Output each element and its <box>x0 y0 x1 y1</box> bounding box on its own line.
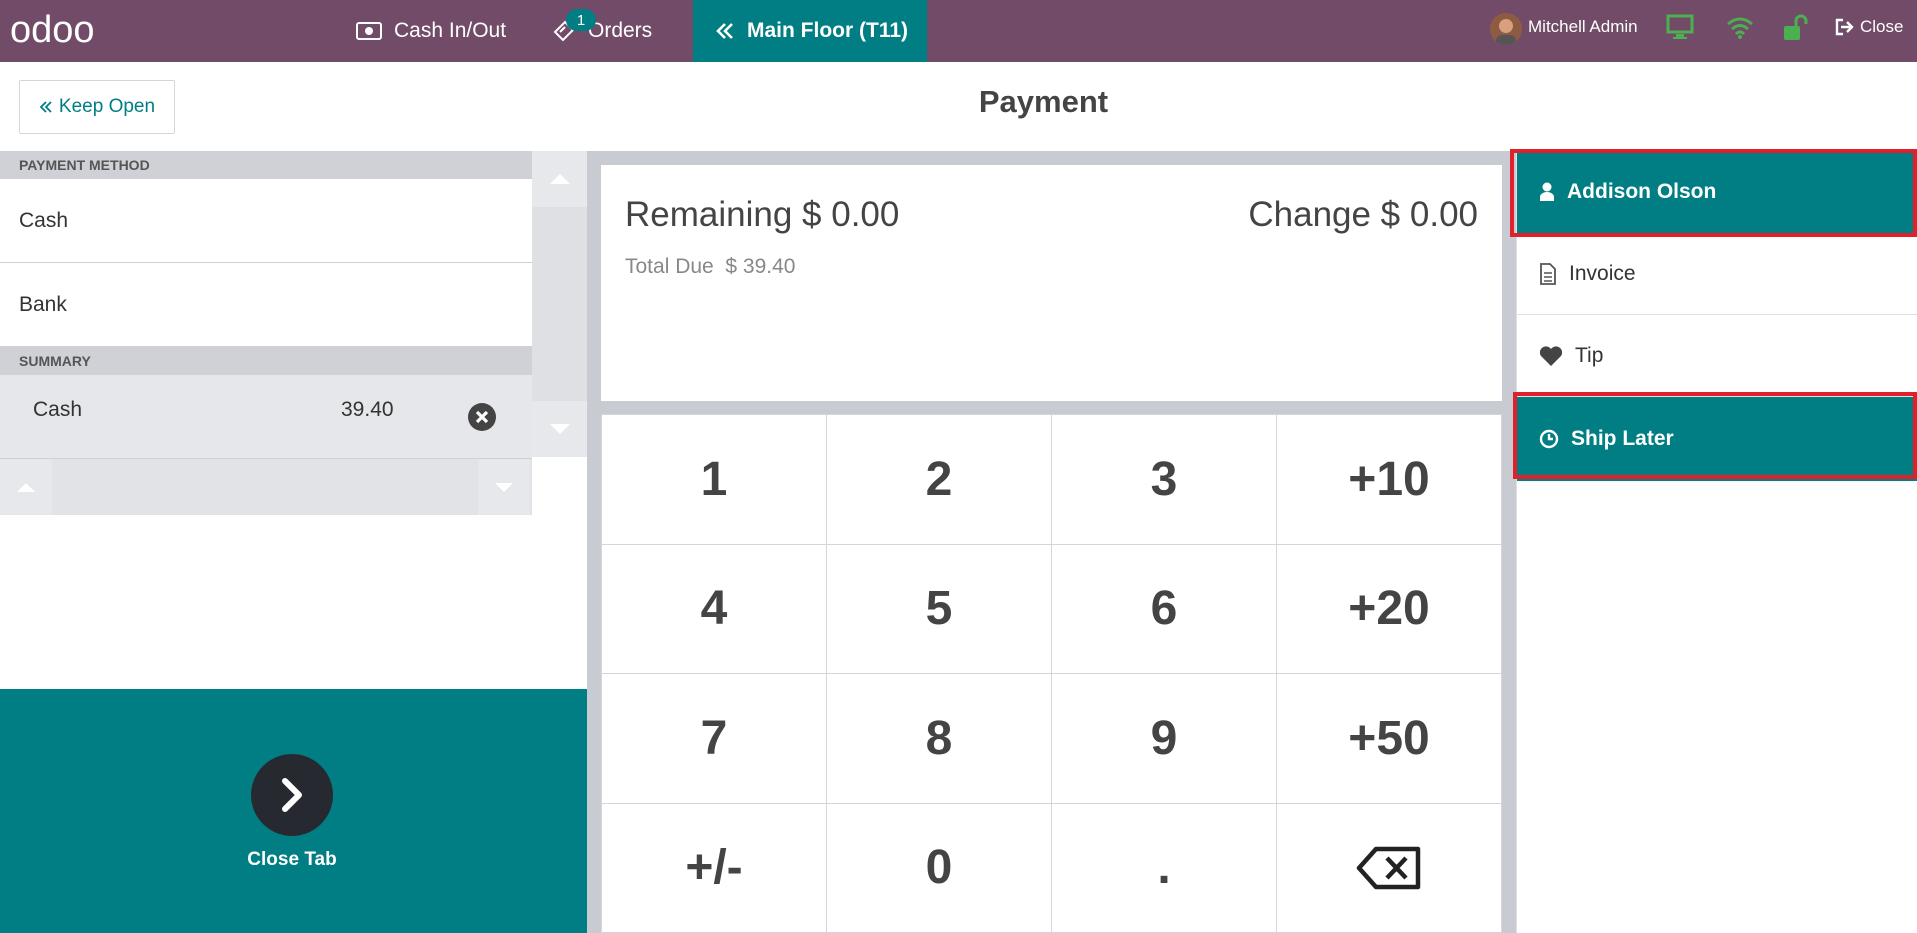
numpad-key-plus-50[interactable]: +50 <box>1277 674 1501 803</box>
numpad-key-3[interactable]: 3 <box>1052 415 1276 544</box>
tip-button[interactable]: Tip <box>1517 315 1917 397</box>
summary-header: SUMMARY <box>0 347 532 375</box>
scroll-down-button[interactable] <box>532 401 587 457</box>
total-due-label: Total Due <box>625 255 714 278</box>
payment-line[interactable]: Cash 39.40 <box>0 375 532 459</box>
caret-down-icon <box>549 424 570 434</box>
summary-scroll-down-button[interactable] <box>478 459 530 515</box>
summary-scroll-up-button[interactable] <box>0 459 52 515</box>
odoo-logo: odoo <box>10 12 95 50</box>
numpad-key-8[interactable]: 8 <box>827 674 1051 803</box>
close-label: Close <box>1860 17 1904 36</box>
numpad-key-backspace[interactable] <box>1277 803 1501 932</box>
close-session-button[interactable]: Close <box>1835 17 1903 37</box>
monitor-icon[interactable] <box>1666 14 1694 40</box>
svg-text:odoo: odoo <box>10 12 95 50</box>
customer-highlight <box>1510 149 1917 237</box>
payment-method-header: PAYMENT METHOD <box>0 151 532 179</box>
payment-line-amount[interactable]: 39.40 <box>341 398 394 422</box>
payment-status-box: Remaining $ 0.00 Change $ 0.00 Total Due… <box>601 165 1502 401</box>
floor-table-button[interactable]: Main Floor (T11) <box>693 0 927 62</box>
numpad-key-5[interactable]: 5 <box>827 544 1051 673</box>
chevron-right-icon <box>282 778 302 812</box>
invoice-button[interactable]: Invoice <box>1517 233 1917 315</box>
payment-line-method: Cash <box>33 398 83 421</box>
keep-open-button[interactable]: Keep Open <box>19 80 175 134</box>
orders-count-badge: 1 <box>566 9 596 31</box>
double-chevron-left-icon <box>716 23 733 39</box>
total-due: Total Due $ 39.40 <box>625 255 795 279</box>
floor-label: Main Floor <box>747 19 854 42</box>
user-name[interactable]: Mitchell Admin <box>1528 17 1638 37</box>
numpad-key-9[interactable]: 9 <box>1052 674 1276 803</box>
numpad-key-plus-10[interactable]: +10 <box>1277 415 1501 544</box>
close-tab-area[interactable]: Close Tab <box>0 689 587 933</box>
payment-main-panel: Remaining $ 0.00 Change $ 0.00 Total Due… <box>587 151 1516 933</box>
cash-in-out-label: Cash In/Out <box>394 19 507 42</box>
close-tab-button[interactable] <box>251 754 333 836</box>
unlock-icon[interactable] <box>1782 14 1808 42</box>
numpad-key-2[interactable]: 2 <box>827 415 1051 544</box>
remaining-amount: Remaining $ 0.00 <box>625 195 900 234</box>
sign-out-icon <box>1835 18 1854 36</box>
numpad-key-plus-minus[interactable]: +/- <box>602 803 826 932</box>
numpad-key-1[interactable]: 1 <box>602 415 826 544</box>
close-tab-label: Close Tab <box>247 849 337 870</box>
caret-up-icon <box>549 174 570 184</box>
numpad-key-decimal[interactable]: . <box>1052 803 1276 932</box>
money-icon <box>356 22 382 40</box>
payment-method-cash[interactable]: Cash <box>0 179 532 263</box>
backspace-icon <box>1356 846 1421 889</box>
remove-payment-icon[interactable] <box>467 402 497 432</box>
page-title: Payment <box>978 84 1109 119</box>
numpad-key-0[interactable]: 0 <box>827 803 1051 932</box>
orders-label: Orders <box>588 19 653 42</box>
invoice-label: Invoice <box>1569 261 1636 285</box>
payment-actions-panel: Addison Olson Invoice Tip Ship Later <box>1516 151 1917 933</box>
summary-scrollbar[interactable] <box>0 459 532 515</box>
cash-in-out-button[interactable]: Cash In/Out <box>356 0 506 62</box>
orders-button[interactable]: Orders <box>552 0 652 62</box>
numpad-key-4[interactable]: 4 <box>602 544 826 673</box>
method-scrollbar[interactable] <box>532 151 587 457</box>
change-amount: Change $ 0.00 <box>1248 195 1478 234</box>
payment-method-bank[interactable]: Bank <box>0 263 532 347</box>
total-due-value: $ 39.40 <box>725 255 796 278</box>
wifi-icon[interactable] <box>1725 14 1755 40</box>
numpad-key-7[interactable]: 7 <box>602 674 826 803</box>
top-navbar: odoo Cash In/Out Orders 1 Main Floor (T1… <box>0 0 1917 62</box>
table-label: (T11) <box>859 19 909 42</box>
file-icon <box>1540 262 1556 285</box>
caret-down-icon <box>495 482 513 492</box>
scroll-up-button[interactable] <box>532 151 587 207</box>
tip-label: Tip <box>1575 343 1604 367</box>
numpad-key-6[interactable]: 6 <box>1052 544 1276 673</box>
user-avatar[interactable] <box>1490 13 1522 45</box>
heart-icon <box>1539 345 1563 366</box>
caret-up-icon <box>17 482 35 492</box>
numpad: 1 2 3 +10 4 5 6 +20 7 8 9 +50 +/- 0 . <box>601 414 1502 933</box>
numpad-key-plus-20[interactable]: +20 <box>1277 544 1501 673</box>
double-chevron-left-icon <box>39 101 52 113</box>
keep-open-label: Keep Open <box>58 96 156 117</box>
ship-later-highlight <box>1513 392 1917 479</box>
